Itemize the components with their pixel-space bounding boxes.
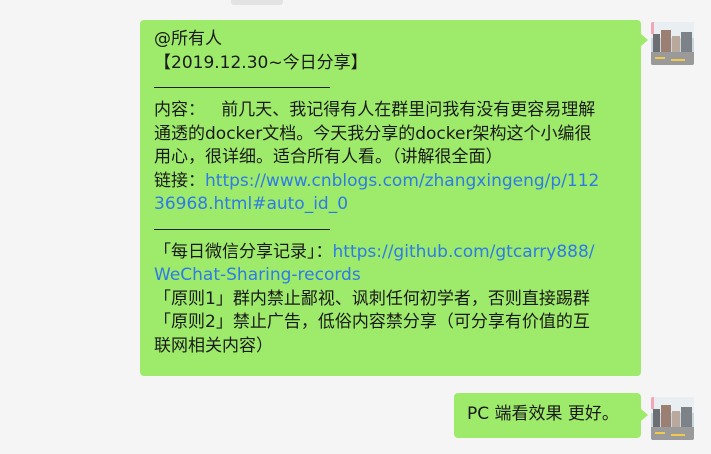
link-line-1: 链接：https://www.cnblogs.com/zhangxingeng/… bbox=[154, 170, 631, 194]
mention-text[interactable]: @所有人 bbox=[154, 28, 631, 52]
rule-2-text-1: 「原则2」禁止广告，低俗内容禁分享（可分享有价值的互 bbox=[154, 312, 590, 332]
content-line-3: 用心，很详细。适合所有人看。（讲解很全面） bbox=[154, 147, 503, 167]
rule-1-text: 「原则1」群内禁止鄙视、讽刺任何初学者，否则直接踢群 bbox=[154, 288, 590, 309]
record-label: 「每日微信分享记录」： bbox=[154, 241, 333, 262]
chat-window: @所有人 【2019.12.30~今日分享】 内容： 前几天、我记得有人在群里问… bbox=[0, 0, 711, 454]
content-label: 内容： bbox=[154, 100, 205, 120]
article-link[interactable]: https://www.cnblogs.com/zhangxingeng/p/1… bbox=[205, 171, 599, 191]
sender-avatar-2[interactable] bbox=[651, 397, 694, 440]
github-link-continued[interactable]: WeChat-Sharing-records bbox=[154, 264, 631, 288]
sender-avatar[interactable] bbox=[651, 22, 694, 65]
rule-2-text-2: 联网相关内容） bbox=[154, 335, 273, 356]
content-line-2: 通透的docker文档。今天我分享的docker架构这个小编很 bbox=[154, 123, 592, 144]
share-title: 【2019.12.30~今日分享】 bbox=[154, 52, 368, 73]
divider-line-2 bbox=[154, 217, 330, 230]
avatar-image bbox=[651, 22, 694, 65]
message-bubble-short[interactable]: PC 端看效果 更好。 bbox=[454, 393, 648, 438]
link-label: 链接： bbox=[154, 170, 205, 191]
content-text-1: 前几天、我记得有人在群里问我有没有更容易理解 bbox=[205, 100, 596, 120]
content-line-1: 内容： 前几天、我记得有人在群里问我有没有更容易理解 bbox=[154, 99, 631, 123]
divider-line bbox=[154, 75, 330, 88]
message-bubble-share[interactable]: @所有人 【2019.12.30~今日分享】 内容： 前几天、我记得有人在群里问… bbox=[140, 20, 648, 376]
github-link[interactable]: https://github.com/gtcarry888/ bbox=[333, 242, 595, 262]
previous-message-edge bbox=[231, 0, 283, 5]
article-link-continued[interactable]: 36968.html#auto_id_0 bbox=[154, 193, 631, 217]
avatar-image-2 bbox=[651, 397, 694, 440]
record-line-1: 「每日微信分享记录」：https://github.com/gtcarry888… bbox=[154, 241, 631, 265]
short-message-text: PC 端看效果 更好。 bbox=[467, 404, 619, 424]
